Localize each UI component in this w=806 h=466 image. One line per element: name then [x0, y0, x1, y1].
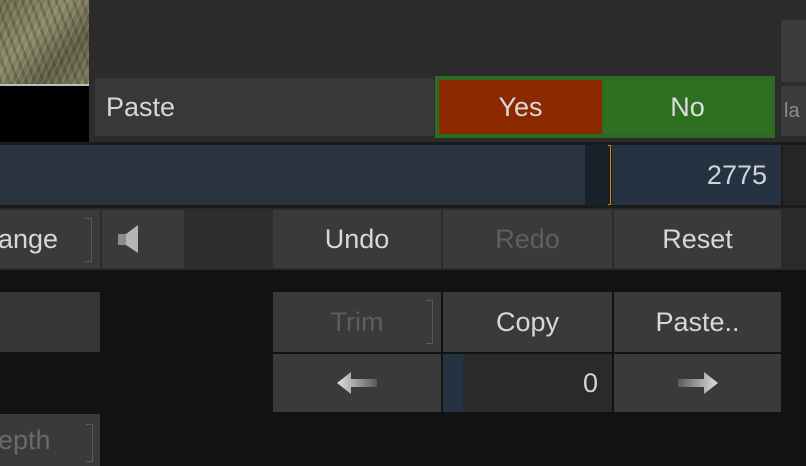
arrow-right-icon [677, 372, 718, 394]
copy-button[interactable]: Copy [443, 292, 612, 352]
timeline-playhead-shadow [585, 145, 609, 205]
undo-button-label: Undo [324, 223, 390, 254]
frame-number-value: 2775 [706, 159, 767, 190]
clip-thumbnail[interactable] [0, 0, 89, 84]
paste-button[interactable]: Paste.. [614, 292, 781, 352]
no-button[interactable]: No [603, 80, 772, 134]
paste-label-field: Paste [95, 78, 434, 136]
speaker-icon [118, 225, 138, 253]
depth-button-bracket [86, 424, 93, 462]
range-button-label: ange [0, 223, 59, 254]
reset-button-label: Reset [662, 223, 733, 254]
right-edge-panel[interactable] [781, 20, 806, 82]
right-edge-tab-label: la [784, 99, 800, 122]
copy-button-label: Copy [495, 306, 560, 337]
step-forward-button[interactable] [614, 354, 781, 412]
trim-button-label: Trim [330, 306, 384, 337]
toolbar-spacer [184, 210, 273, 268]
paste-label: Paste [106, 91, 176, 122]
speaker-button[interactable] [102, 210, 184, 268]
thumbnail-black [0, 86, 89, 142]
step-back-button[interactable] [273, 354, 441, 412]
timeline-right-cap [783, 145, 806, 205]
offset-value: 0 [582, 367, 598, 398]
trim-button-bracket [426, 300, 433, 344]
depth-button[interactable]: epth [0, 414, 100, 466]
timeline-playhead[interactable] [608, 145, 611, 205]
no-button-label: No [670, 91, 705, 122]
redo-button-label: Redo [495, 223, 560, 254]
undo-button[interactable]: Undo [273, 210, 441, 268]
yes-button-label: Yes [498, 91, 543, 122]
left-lower-panel[interactable] [0, 292, 100, 352]
arrow-left-icon [337, 372, 377, 394]
paste-button-label: Paste.. [655, 306, 740, 337]
offset-field-marker [443, 354, 463, 412]
right-edge-tab[interactable]: la [781, 86, 806, 136]
redo-button[interactable]: Redo [443, 210, 612, 268]
trim-button[interactable]: Trim [273, 292, 441, 352]
range-button-bracket [85, 218, 92, 262]
frame-number-field[interactable]: 2775 [612, 145, 781, 205]
timeline-track[interactable] [0, 145, 585, 205]
reset-button[interactable]: Reset [614, 210, 781, 268]
yes-button[interactable]: Yes [439, 80, 602, 134]
depth-button-label: epth [0, 424, 51, 455]
offset-field[interactable]: 0 [443, 354, 612, 412]
